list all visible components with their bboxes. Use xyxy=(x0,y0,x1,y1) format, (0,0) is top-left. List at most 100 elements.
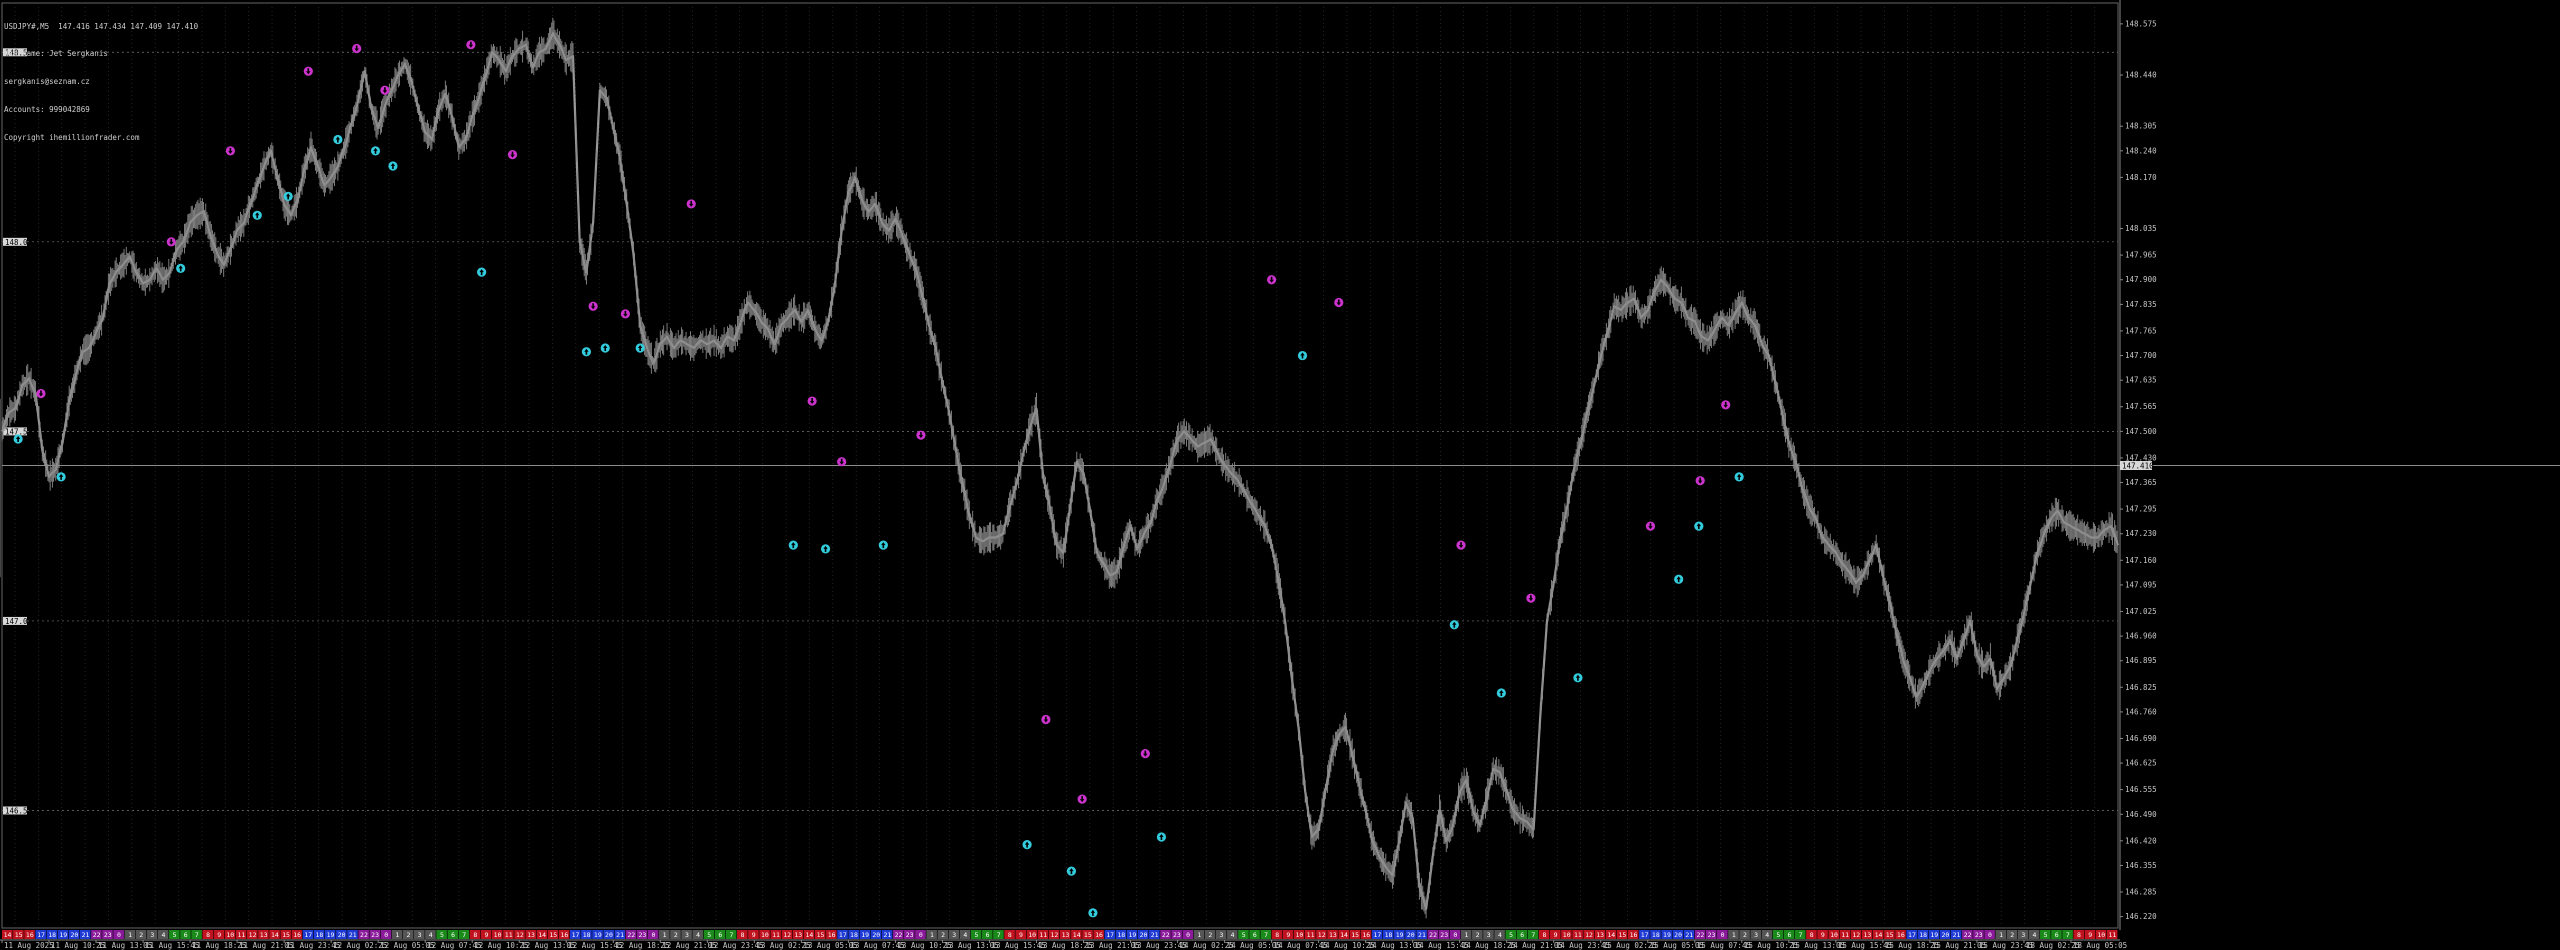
hour-segment-label: 0 xyxy=(117,931,121,939)
hour-segment-label: 5 xyxy=(975,931,979,939)
price-tick-label: 147.765 xyxy=(2125,326,2157,335)
hour-segment-label: 0 xyxy=(384,931,388,939)
hour-segment-label: 23 xyxy=(1708,931,1716,939)
hour-segment-label: 22 xyxy=(895,931,903,939)
hour-segment-label: 11 xyxy=(505,931,513,939)
buy-signal-icon xyxy=(477,267,487,277)
hour-segment-label: 11 xyxy=(2109,931,2117,939)
hour-segment-label: 14 xyxy=(1607,931,1615,939)
hour-segment-label: 6 xyxy=(986,931,990,939)
hour-segment-label: 8 xyxy=(206,931,210,939)
hour-segment-label: 4 xyxy=(162,931,166,939)
hour-segment-label: 10 xyxy=(494,931,502,939)
buy-signal-icon xyxy=(1088,908,1098,918)
price-axis[interactable]: 148.575 148.440 148.305 148.240 148.170 148.0… xyxy=(2119,0,2157,930)
sell-signal-icon xyxy=(1334,297,1344,308)
hour-segment-label: 0 xyxy=(1721,931,1725,939)
hour-segment-label: 15 xyxy=(15,931,23,939)
price-tick-label: 147.635 xyxy=(2125,376,2157,385)
buy-signal-icon xyxy=(1066,866,1077,876)
hour-segment-label: 11 xyxy=(772,931,780,939)
hour-segment-label: 14 xyxy=(1875,931,1883,939)
hour-segment-label: 21 xyxy=(1151,931,1159,939)
price-tick-label: 146.825 xyxy=(2125,683,2157,692)
hour-segment-label: 8 xyxy=(1275,931,1279,939)
price-tick-label: 146.490 xyxy=(2125,810,2157,819)
hour-segment-label: 15 xyxy=(549,931,557,939)
time-axis[interactable]: 11 Aug 202511 Aug 10:2511 Aug 13:0511 Au… xyxy=(0,939,2127,950)
hour-segment-label: 12 xyxy=(1051,931,1059,939)
price-tick-label: 147.295 xyxy=(2125,505,2157,514)
hour-segment-label: 5 xyxy=(707,931,711,939)
level-label: 147.0 xyxy=(5,617,28,626)
sell-signal-icon xyxy=(36,388,46,399)
hour-segment-label: 1 xyxy=(1999,931,2003,939)
hour-segment-label: 2 xyxy=(2010,931,2014,939)
buy-signal-icon xyxy=(370,146,381,156)
hour-segment-label: 17 xyxy=(1641,931,1649,939)
hour-segment-label: 1 xyxy=(1732,931,1736,939)
hour-segment-label: 8 xyxy=(741,931,745,939)
hour-segment-label: 18 xyxy=(315,931,323,939)
hour-segment-label: 4 xyxy=(1765,931,1769,939)
hour-segment-label: 20 xyxy=(605,931,613,939)
hour-segment-label: 21 xyxy=(1685,931,1693,939)
hour-segment-label: 20 xyxy=(70,931,78,939)
buy-signal-icon xyxy=(1022,839,1032,850)
hour-segment-label: 20 xyxy=(872,931,880,939)
price-line-layer xyxy=(0,17,2120,919)
hour-segment-label: 23 xyxy=(1173,931,1181,939)
hour-segment-label: 4 xyxy=(2033,931,2037,939)
price-tick-label: 148.575 xyxy=(2125,19,2157,28)
hour-segment-label: 13 xyxy=(1062,931,1070,939)
hour-segment-label: 15 xyxy=(817,931,825,939)
hour-segment-label: 6 xyxy=(718,931,722,939)
hour-segment-label: 13 xyxy=(1864,931,1872,939)
hour-segment-label: 8 xyxy=(473,931,477,939)
hour-segment-label: 20 xyxy=(1674,931,1682,939)
hour-segment-label: 22 xyxy=(1429,931,1437,939)
hour-segment-label: 20 xyxy=(1941,931,1949,939)
hour-segment-label: 19 xyxy=(861,931,869,939)
hour-segment-label: 9 xyxy=(1019,931,1023,939)
sell-signal-icon xyxy=(837,457,847,467)
sell-signal-icon xyxy=(1721,400,1731,410)
buy-signal-icon xyxy=(13,434,23,444)
hour-segment-label: 3 xyxy=(1220,931,1224,939)
sell-signal-icon xyxy=(1456,540,1466,550)
hour-segment-label: 9 xyxy=(217,931,221,939)
buy-signal-icon xyxy=(333,134,343,145)
sell-signal-icon xyxy=(916,430,926,440)
hour-segment-label: 18 xyxy=(1652,931,1660,939)
hour-segment-label: 0 xyxy=(919,931,923,939)
hour-segment-label: 6 xyxy=(2055,931,2059,939)
price-tick-label: 146.355 xyxy=(2125,861,2157,870)
hour-segment-label: 9 xyxy=(752,931,756,939)
hour-segment-label: 18 xyxy=(583,931,591,939)
hour-segment-label: 5 xyxy=(1776,931,1780,939)
hour-segment-label: 7 xyxy=(1264,931,1268,939)
hour-segment-label: 1 xyxy=(930,931,934,939)
buy-signal-icon xyxy=(1674,574,1684,584)
hour-segment-label: 17 xyxy=(839,931,847,939)
price-tick-label: 146.960 xyxy=(2125,632,2157,641)
price-chart[interactable]: 148.5148.0147.5147.0146.5 148.575148.440… xyxy=(0,0,2560,950)
price-tick-label: 146.220 xyxy=(2125,912,2157,921)
hour-segment-label: 0 xyxy=(652,931,656,939)
hour-segment-label: 3 xyxy=(952,931,956,939)
buy-signal-icon xyxy=(600,343,610,353)
hour-segment-label: 19 xyxy=(1396,931,1404,939)
hour-segment-label: 16 xyxy=(293,931,301,939)
hour-segment-label: 17 xyxy=(37,931,45,939)
hour-segment-label: 0 xyxy=(1988,931,1992,939)
buy-signal-icon xyxy=(1156,832,1167,842)
hour-segment-label: 13 xyxy=(1329,931,1337,939)
hour-segment-label: 6 xyxy=(1520,931,1524,939)
hour-segment-label: 2 xyxy=(407,931,411,939)
hour-segment-label: 3 xyxy=(1754,931,1758,939)
hour-segment-label: 3 xyxy=(418,931,422,939)
hour-segment-label: 20 xyxy=(338,931,346,939)
hour-segment-label: 10 xyxy=(1830,931,1838,939)
sell-signal-icon xyxy=(1526,593,1536,603)
hour-segment-label: 16 xyxy=(560,931,568,939)
